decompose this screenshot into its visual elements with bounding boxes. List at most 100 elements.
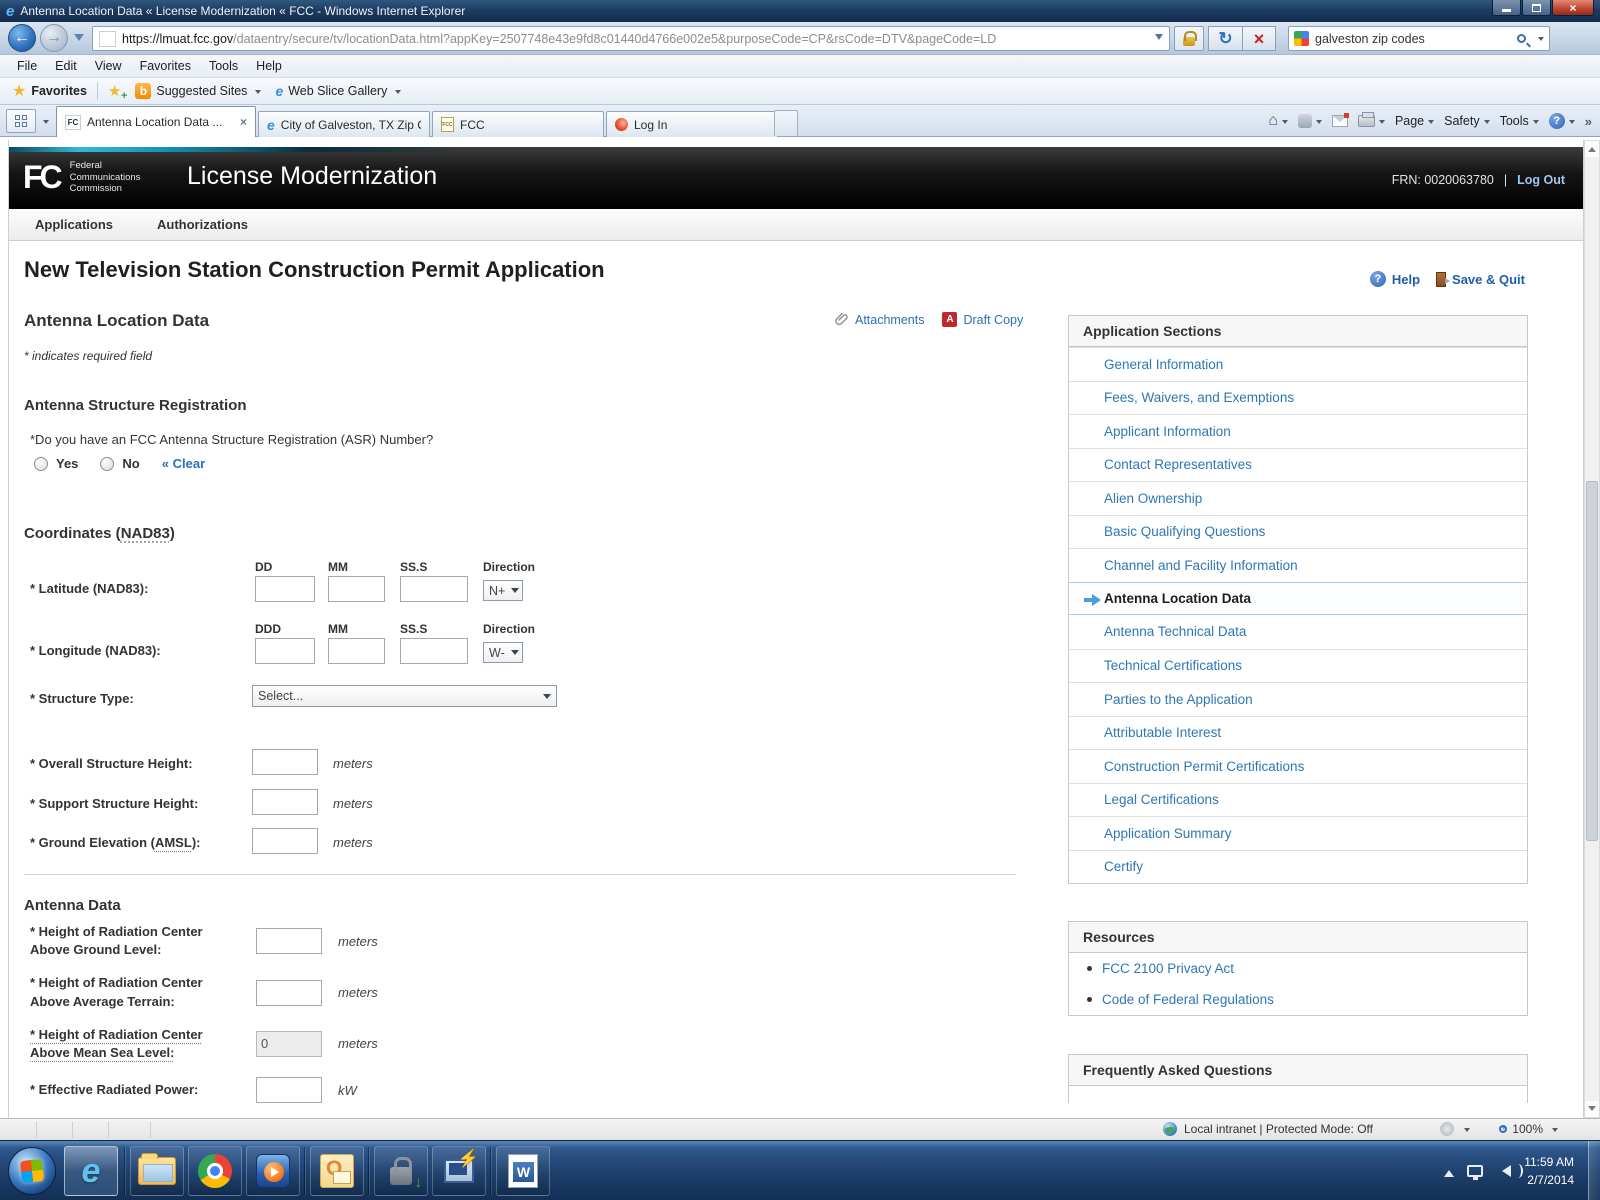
overall-height-input[interactable] [252, 749, 318, 775]
antenna-field-input[interactable] [256, 979, 322, 1006]
home-button[interactable]: ⌂ [1268, 112, 1288, 130]
latitude-mm-input[interactable] [328, 576, 385, 602]
sidebar-section-link[interactable]: Basic Qualifying Questions [1069, 514, 1527, 549]
asr-yes-radio[interactable] [34, 456, 48, 471]
search-dropdown-icon[interactable] [1538, 37, 1544, 44]
show-desktop-button[interactable] [1588, 1141, 1600, 1200]
safety-menu[interactable]: Safety [1444, 114, 1490, 128]
zoom-control[interactable]: 100% [1499, 1122, 1558, 1136]
logout-link[interactable]: Log Out [1517, 173, 1565, 187]
sidebar-section-link[interactable]: Applicant Information [1069, 414, 1527, 448]
taskbar-secure-transfer[interactable] [374, 1146, 428, 1196]
sidebar-section-link[interactable]: Parties to the Application [1069, 682, 1527, 716]
webslice-dropdown-icon[interactable] [395, 89, 402, 97]
menu-item[interactable]: File [8, 59, 46, 73]
taskbar-internet-explorer[interactable]: e [64, 1146, 118, 1196]
feeds-button[interactable] [1297, 114, 1322, 128]
antenna-field-input[interactable] [256, 1077, 322, 1104]
taskbar-word[interactable] [496, 1146, 550, 1196]
save-quit-link[interactable]: Save & Quit [1436, 271, 1525, 287]
latitude-ss-input[interactable] [400, 576, 468, 602]
scrollbar-thumb[interactable] [1586, 481, 1598, 841]
sidebar-section-link[interactable]: Channel and Facility Information [1069, 548, 1527, 582]
menu-item[interactable]: View [86, 59, 131, 73]
suggested-sites-dropdown-icon[interactable] [255, 89, 262, 97]
help-menu[interactable]: ? [1548, 113, 1575, 129]
sidebar-section-link[interactable]: Application Summary [1069, 816, 1527, 850]
maximize-button[interactable] [1522, 0, 1551, 16]
sidebar-section-link[interactable]: Contact Representatives [1069, 447, 1527, 482]
help-link[interactable]: ? Help [1369, 271, 1420, 287]
asr-clear-link[interactable]: « Clear [162, 456, 205, 471]
favorites-button[interactable]: Favorites [31, 84, 87, 98]
nav-item[interactable]: Applications [35, 217, 113, 232]
nav-item[interactable]: Authorizations [157, 217, 248, 232]
resource-link[interactable]: FCC 2100 Privacy Act [1102, 961, 1234, 976]
browser-tab[interactable]: City of Galveston, TX Zip C... × [258, 111, 430, 137]
security-lock-button[interactable] [1174, 26, 1204, 51]
forward-button[interactable]: → [40, 24, 68, 52]
sidebar-section-link[interactable]: Fees, Waivers, and Exemptions [1069, 380, 1527, 415]
tray-expand-icon[interactable] [1444, 1165, 1455, 1177]
asr-no-radio[interactable] [100, 456, 115, 471]
ground-elevation-input[interactable] [252, 828, 318, 854]
quick-tabs-button[interactable] [6, 109, 36, 133]
webslice-gallery-link[interactable]: Web Slice Gallery [288, 84, 387, 98]
taskbar-media-player[interactable] [246, 1146, 300, 1196]
start-button[interactable] [8, 1147, 56, 1195]
address-dropdown-icon[interactable] [1155, 33, 1163, 44]
sidebar-section-link[interactable]: Certify [1069, 849, 1527, 884]
read-mail-button[interactable] [1331, 113, 1349, 127]
smartscreen-control[interactable] [1440, 1122, 1470, 1136]
minimize-button[interactable] [1492, 0, 1521, 16]
vertical-scrollbar[interactable] [1584, 140, 1600, 1118]
taskbar-outlook[interactable] [310, 1146, 364, 1196]
longitude-direction-select[interactable]: W- [483, 642, 523, 663]
menu-item[interactable]: Help [247, 59, 291, 73]
tab-close-icon[interactable]: × [240, 115, 247, 129]
latitude-direction-select[interactable]: N+ [483, 580, 523, 601]
stop-button[interactable]: × [1242, 26, 1276, 51]
taskbar-putty[interactable] [432, 1146, 486, 1196]
sidebar-section-link[interactable]: Antenna Location Data [1069, 581, 1527, 615]
menu-item[interactable]: Tools [200, 59, 247, 73]
menu-item[interactable]: Favorites [131, 59, 200, 73]
taskbar-chrome[interactable] [188, 1146, 242, 1196]
tab-list-dropdown[interactable] [37, 109, 50, 133]
longitude-mm-input[interactable] [328, 638, 385, 664]
close-button[interactable]: × [1552, 0, 1594, 16]
network-icon[interactable] [1467, 1165, 1484, 1180]
latitude-dd-input[interactable] [255, 576, 315, 602]
sidebar-section-link[interactable]: Attributable Interest [1069, 715, 1527, 750]
tray-clock[interactable]: 11:59 AM 2/7/2014 [1524, 1153, 1574, 1189]
recent-pages-icon[interactable] [74, 34, 84, 46]
search-input[interactable] [1315, 31, 1517, 46]
browser-tab[interactable]: Log In × [606, 111, 778, 137]
page-menu[interactable]: Page [1395, 114, 1435, 128]
back-button[interactable]: ← [8, 24, 36, 52]
structure-type-select[interactable]: Select... [252, 685, 557, 707]
print-button[interactable] [1357, 112, 1385, 127]
longitude-ss-input[interactable] [400, 638, 468, 664]
sidebar-section-link[interactable]: General Information [1069, 347, 1527, 381]
browser-tab[interactable]: FCC × [432, 111, 604, 137]
scroll-up-button[interactable] [1585, 141, 1599, 157]
antenna-field-input[interactable] [256, 1030, 322, 1057]
menu-item[interactable]: Edit [46, 59, 86, 73]
support-height-input[interactable] [252, 789, 318, 815]
speaker-icon[interactable] [1496, 1164, 1524, 1178]
sidebar-section-link[interactable]: Legal Certifications [1069, 782, 1527, 817]
tools-menu[interactable]: Tools [1500, 114, 1539, 128]
resource-link[interactable]: Code of Federal Regulations [1102, 992, 1274, 1007]
antenna-field-input[interactable] [256, 928, 322, 955]
suggested-sites-link[interactable]: Suggested Sites [156, 84, 247, 98]
new-tab-button[interactable] [774, 110, 798, 136]
sidebar-section-link[interactable]: Construction Permit Certifications [1069, 749, 1527, 783]
browser-tab[interactable]: Antenna Location Data ... × [56, 106, 256, 137]
sidebar-section-link[interactable]: Alien Ownership [1069, 481, 1527, 515]
search-icon[interactable] [1517, 34, 1526, 43]
sidebar-section-link[interactable]: Technical Certifications [1069, 648, 1527, 683]
add-favorite-icon[interactable]: ★ [108, 82, 128, 102]
draft-copy-link[interactable]: A Draft Copy [942, 312, 1023, 327]
address-input[interactable]: https://lmuat.fcc.gov /dataentry/secure/… [92, 26, 1170, 51]
